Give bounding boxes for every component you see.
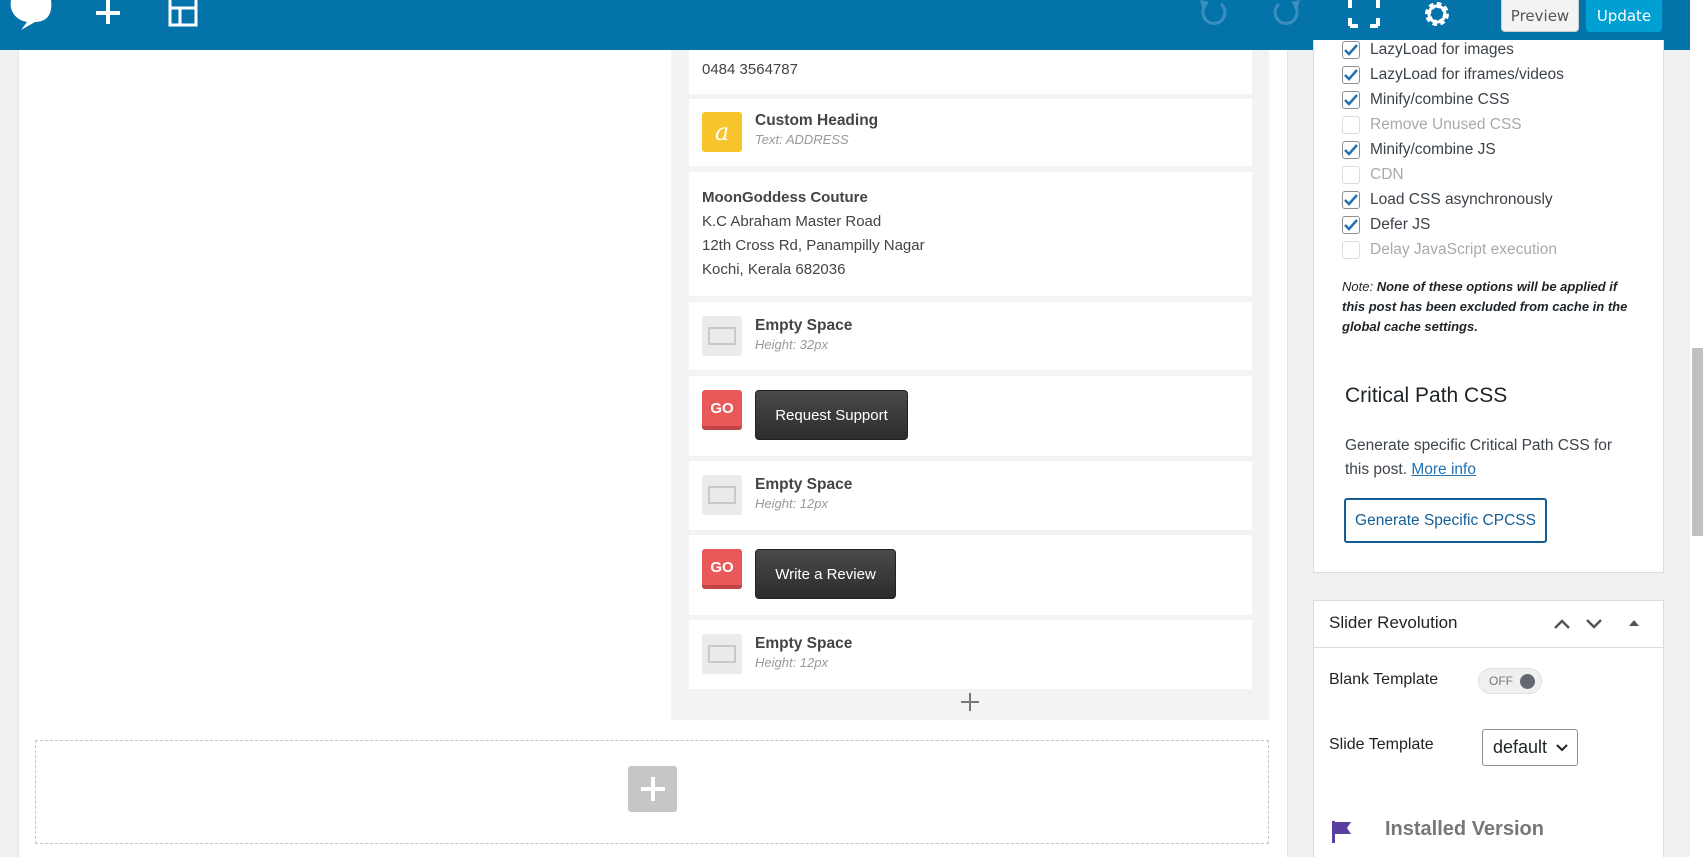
option-checkbox xyxy=(1342,166,1360,184)
option-checkbox[interactable] xyxy=(1342,66,1360,84)
option-label: Load CSS asynchronously xyxy=(1370,191,1553,208)
flag-icon xyxy=(1332,821,1351,843)
collapse-triangle-icon[interactable] xyxy=(1628,618,1640,628)
go-button-icon: GO xyxy=(702,390,742,430)
option-label: CDN xyxy=(1370,166,1404,183)
chevron-down-icon[interactable] xyxy=(1585,618,1603,630)
option-checkbox xyxy=(1342,241,1360,259)
phone-text: 0484 3564787 xyxy=(702,61,798,78)
address-line: MoonGoddess Couture xyxy=(702,189,868,206)
chevron-up-icon[interactable] xyxy=(1553,618,1571,630)
empty-space-element[interactable]: Empty Space Height: 12px xyxy=(689,461,1252,530)
checkmark-icon xyxy=(1344,94,1358,106)
option-row[interactable]: Defer JS xyxy=(1342,214,1430,236)
scrollbar-thumb[interactable] xyxy=(1692,348,1703,536)
option-label: Minify/combine CSS xyxy=(1370,91,1510,108)
custom-heading-element[interactable]: a Custom Heading Text: ADDRESS xyxy=(689,99,1252,166)
go-button-icon: GO xyxy=(702,549,742,589)
chevron-down-icon xyxy=(1556,744,1568,752)
empty-space-element[interactable]: Empty Space Height: 12px xyxy=(689,620,1252,689)
panel-title: Slider Revolution xyxy=(1329,613,1458,632)
slider-revolution-header[interactable]: Slider Revolution xyxy=(1313,600,1664,648)
installed-version-label: Installed Version xyxy=(1385,818,1544,840)
cpcss-description: Generate specific Critical Path CSS for … xyxy=(1345,434,1635,482)
option-checkbox[interactable] xyxy=(1342,41,1360,59)
button-element[interactable]: GO Write a Review xyxy=(689,535,1252,615)
empty-space-icon xyxy=(702,316,742,356)
element-subtitle: Height: 12px xyxy=(755,655,828,670)
option-checkbox[interactable] xyxy=(1342,91,1360,109)
button-element[interactable]: GO Request Support xyxy=(689,376,1252,456)
option-row[interactable]: Minify/combine JS xyxy=(1342,139,1496,161)
toggle-state: OFF xyxy=(1489,674,1513,688)
option-row: Remove Unused CSS xyxy=(1342,114,1522,136)
option-row[interactable]: LazyLoad for iframes/videos xyxy=(1342,64,1564,86)
request-support-button[interactable]: Request Support xyxy=(755,390,908,440)
select-value: default xyxy=(1493,737,1548,757)
generate-cpcss-button[interactable]: Generate Specific CPCSS xyxy=(1344,498,1547,543)
checkmark-icon xyxy=(1344,69,1358,81)
option-checkbox xyxy=(1342,116,1360,134)
checkmark-icon xyxy=(1344,194,1358,206)
plus-icon xyxy=(640,777,665,801)
option-checkbox[interactable] xyxy=(1342,216,1360,234)
phone-text-element[interactable]: 0484 3564787 xyxy=(689,50,1252,94)
address-text-element[interactable]: MoonGoddess Couture K.C Abraham Master R… xyxy=(689,172,1252,296)
option-row[interactable]: LazyLoad for images xyxy=(1342,39,1514,61)
option-label: LazyLoad for iframes/videos xyxy=(1370,66,1564,83)
blank-template-toggle[interactable]: OFF xyxy=(1478,668,1542,694)
redo-icon[interactable] xyxy=(1270,0,1304,30)
toggle-knob xyxy=(1520,674,1535,689)
add-element-icon[interactable] xyxy=(92,0,124,30)
option-checkbox[interactable] xyxy=(1342,141,1360,159)
option-row: CDN xyxy=(1342,164,1404,186)
option-label: Delay JavaScript execution xyxy=(1370,241,1557,258)
update-button[interactable]: Update xyxy=(1586,0,1662,32)
empty-space-element[interactable]: Empty Space Height: 32px xyxy=(689,302,1252,370)
element-title: Empty Space xyxy=(755,635,853,652)
preview-button[interactable]: Preview xyxy=(1501,0,1579,32)
option-label: LazyLoad for images xyxy=(1370,41,1514,58)
option-row: Delay JavaScript execution xyxy=(1342,239,1557,261)
blank-template-label: Blank Template xyxy=(1329,671,1439,688)
option-row[interactable]: Load CSS asynchronously xyxy=(1342,189,1553,211)
templates-icon[interactable] xyxy=(167,0,199,30)
settings-icon[interactable] xyxy=(1420,0,1454,30)
fullscreen-icon[interactable] xyxy=(1347,0,1381,30)
checkmark-icon xyxy=(1344,219,1358,231)
address-line: Kochi, Kerala 682036 xyxy=(702,261,846,278)
write-review-button[interactable]: Write a Review xyxy=(755,549,896,599)
logo-icon[interactable] xyxy=(6,0,56,30)
checkmark-icon xyxy=(1344,44,1358,56)
option-label: Defer JS xyxy=(1370,216,1431,233)
cpcss-desc-text: Generate specific Critical Path CSS for … xyxy=(1345,437,1613,478)
element-subtitle: Height: 32px xyxy=(755,337,828,352)
empty-space-icon xyxy=(702,634,742,674)
option-label: Minify/combine JS xyxy=(1370,141,1496,158)
element-title: Empty Space xyxy=(755,317,853,334)
note-text: None of these options will be applied if… xyxy=(1342,279,1628,334)
slide-template-select[interactable]: default xyxy=(1482,729,1578,766)
add-row-button[interactable] xyxy=(628,766,677,812)
more-info-link[interactable]: More info xyxy=(1411,461,1476,478)
option-row[interactable]: Minify/combine CSS xyxy=(1342,89,1510,111)
option-checkbox[interactable] xyxy=(1342,191,1360,209)
element-subtitle: Text: ADDRESS xyxy=(755,132,849,147)
address-line: 12th Cross Rd, Panampilly Nagar xyxy=(702,237,925,254)
cache-note: Note: None of these options will be appl… xyxy=(1342,277,1632,337)
checkmark-icon xyxy=(1344,144,1358,156)
element-title: Custom Heading xyxy=(755,112,879,129)
cpcss-heading: Critical Path CSS xyxy=(1345,384,1508,407)
custom-heading-icon: a xyxy=(702,112,742,152)
slide-template-label: Slide Template xyxy=(1329,736,1434,753)
option-label: Remove Unused CSS xyxy=(1370,116,1522,133)
undo-icon[interactable] xyxy=(1196,0,1230,30)
empty-space-icon xyxy=(702,475,742,515)
note-prefix: Note: xyxy=(1342,279,1374,294)
add-to-column-icon[interactable] xyxy=(960,692,980,712)
element-title: Empty Space xyxy=(755,476,853,493)
address-line: K.C Abraham Master Road xyxy=(702,213,882,230)
element-subtitle: Height: 12px xyxy=(755,496,828,511)
